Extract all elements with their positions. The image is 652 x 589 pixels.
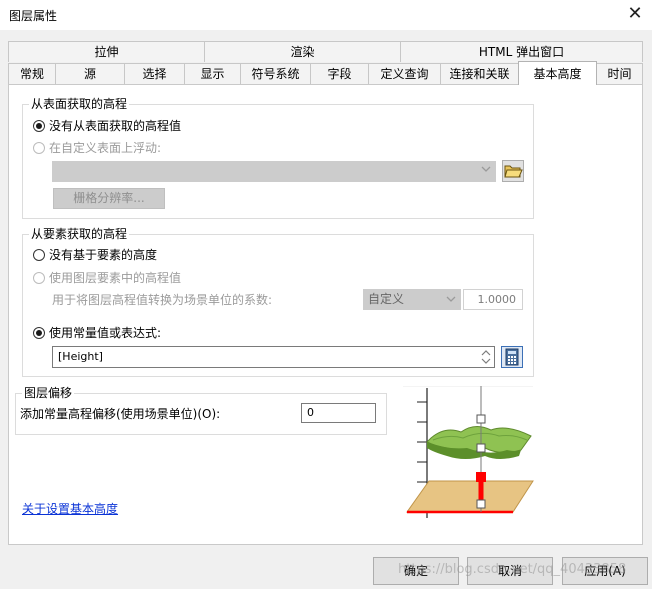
tab-base-heights[interactable]: 基本高度 xyxy=(518,61,597,85)
tab-source[interactable]: 源 xyxy=(55,63,125,84)
radio-button[interactable] xyxy=(33,326,45,339)
radio-expression[interactable]: 使用常量值或表达式: xyxy=(33,324,161,341)
base-height-illustration xyxy=(403,385,535,520)
tab-html-popup[interactable]: HTML 弹出窗口 xyxy=(400,41,643,62)
surface-combo[interactable] xyxy=(52,161,496,182)
tab-time[interactable]: 时间 xyxy=(596,63,643,84)
close-icon[interactable]: ✕ xyxy=(618,0,652,30)
chevron-down-icon xyxy=(481,164,491,177)
tab-definition-query[interactable]: 定义查询 xyxy=(368,63,441,84)
help-link[interactable]: 关于设置基本高度 xyxy=(22,500,118,517)
radio-button[interactable] xyxy=(33,119,45,132)
surface-group-legend: 从表面获取的高程 xyxy=(29,97,130,111)
tab-row-top: 拉伸 渲染 HTML 弹出窗口 xyxy=(8,41,643,62)
factor-label: 用于将图层高程值转换为场景单位的系数: xyxy=(52,293,273,307)
radio-no-surface[interactable]: 没有从表面获取的高程值 xyxy=(33,117,181,134)
radio-layer-elevation[interactable]: 使用图层要素中的高程值 xyxy=(33,269,181,286)
tab-selection[interactable]: 选择 xyxy=(124,63,185,84)
feature-group-legend: 从要素获取的高程 xyxy=(29,227,130,241)
radio-button[interactable] xyxy=(33,248,45,261)
raster-resolution-button[interactable]: 栅格分辨率... xyxy=(53,188,165,209)
folder-open-icon xyxy=(504,165,523,178)
calculator-icon xyxy=(505,348,519,366)
open-folder-button[interactable] xyxy=(502,160,524,182)
tab-display[interactable]: 显示 xyxy=(184,63,241,84)
offset-label: 添加常量高程偏移(使用场景单位)(O): xyxy=(20,407,221,421)
radio-label: 使用图层要素中的高程值 xyxy=(49,271,182,285)
radio-label: 没有从表面获取的高程值 xyxy=(49,119,182,133)
expression-builder-button[interactable] xyxy=(501,346,523,368)
radio-float-surface[interactable]: 在自定义表面上浮动: xyxy=(33,139,161,156)
offset-input[interactable]: 0 xyxy=(301,403,376,423)
tab-symbology[interactable]: 符号系统 xyxy=(240,63,311,84)
chevron-down-icon xyxy=(446,292,456,311)
radio-label: 没有基于要素的高度 xyxy=(49,248,158,262)
radio-label: 使用常量值或表达式: xyxy=(49,326,162,340)
radio-no-feature-height[interactable]: 没有基于要素的高度 xyxy=(33,246,157,263)
title-bar: 图层属性 ✕ xyxy=(0,0,652,30)
expression-input[interactable]: [Height] xyxy=(52,346,495,368)
unit-combo-value: 自定义 xyxy=(368,292,405,306)
radio-button[interactable] xyxy=(33,141,45,154)
tab-rendering[interactable]: 渲染 xyxy=(204,41,401,62)
unit-combo[interactable]: 自定义 xyxy=(363,289,461,310)
watermark: https://blog.csdn.net/qq_40433858 xyxy=(398,562,627,577)
expression-spinner[interactable] xyxy=(478,347,494,367)
tab-row-bottom: 常规 源 选择 显示 符号系统 字段 定义查询 连接和关联 基本高度 时间 xyxy=(8,61,643,85)
offset-group-legend: 图层偏移 xyxy=(22,386,75,400)
tab-extrusion[interactable]: 拉伸 xyxy=(8,41,205,62)
tab-joins-relates[interactable]: 连接和关联 xyxy=(440,63,519,84)
window-title: 图层属性 xyxy=(9,9,58,23)
factor-input[interactable]: 1.0000 xyxy=(463,289,523,310)
tab-general[interactable]: 常规 xyxy=(8,63,56,84)
spinner-arrows-icon xyxy=(481,350,491,364)
radio-label: 在自定义表面上浮动: xyxy=(49,141,162,155)
radio-button[interactable] xyxy=(33,271,45,284)
tab-fields[interactable]: 字段 xyxy=(310,63,369,84)
